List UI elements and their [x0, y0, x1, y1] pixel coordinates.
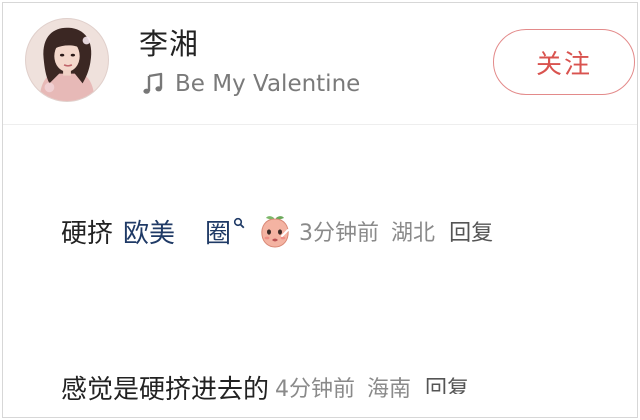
comment-item: 硬挤 欧美 圈 3分钟前 湖北 回复	[61, 211, 493, 251]
profile-header: 李湘 Be My Valentine 关注	[3, 3, 637, 125]
topic-link-quan[interactable]: 圈	[205, 213, 231, 250]
reply-button[interactable]: 回复	[449, 215, 493, 247]
comment-location: 湖北	[391, 221, 436, 246]
comment-time: 3分钟前	[299, 221, 380, 246]
user-name[interactable]: 李湘	[139, 21, 199, 63]
comment-text: 感觉是硬挤进去的	[61, 374, 270, 405]
song-title: Be My Valentine	[175, 71, 361, 97]
follow-button[interactable]: 关注	[493, 29, 635, 95]
avatar[interactable]	[25, 18, 109, 102]
topic-link-oumei[interactable]: 欧美	[123, 213, 175, 250]
search-icon[interactable]	[233, 217, 245, 229]
music-note-icon	[143, 72, 163, 94]
comment-panel: 李湘 Be My Valentine 关注 硬挤 欧美 圈 3分钟前 湖北 回复…	[2, 2, 638, 418]
reply-button[interactable]: 回复	[425, 371, 469, 394]
comment-item: 感觉是硬挤进去的 4分钟前 海南 回复	[61, 367, 469, 407]
avatar-portrait-icon	[26, 19, 108, 101]
comment-text: 硬挤	[61, 218, 114, 249]
song-row[interactable]: Be My Valentine	[141, 69, 360, 99]
comment-location: 海南	[367, 377, 412, 402]
comment-time: 4分钟前	[275, 377, 356, 402]
peach-emoji-icon	[261, 216, 290, 248]
